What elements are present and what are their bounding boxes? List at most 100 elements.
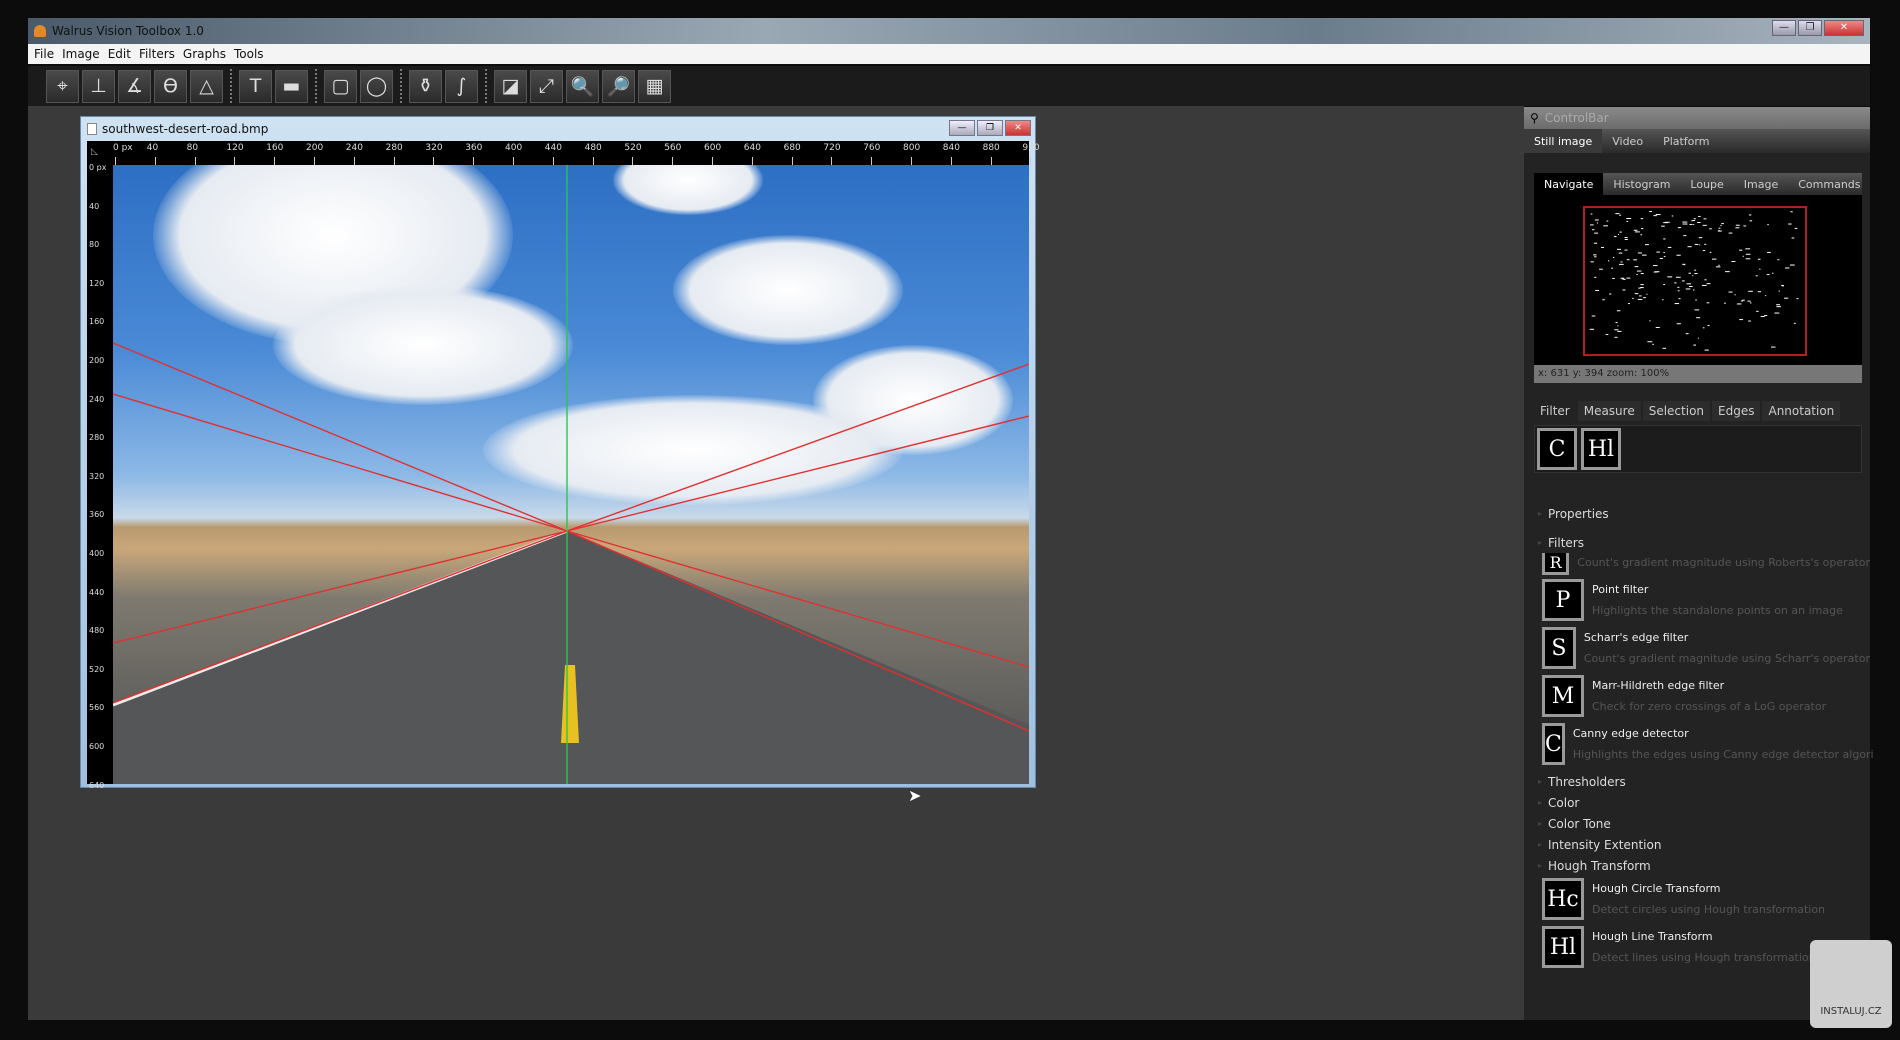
menu-graphs[interactable]: Graphs [183,47,226,61]
ruler-top-label: 0 px [113,143,133,153]
edge-pixel [1678,298,1681,300]
section-thresholders[interactable]: Thresholders [1524,771,1870,792]
filter-item[interactable]: Hc Hough Circle Transform Detect circles u… [1524,878,1870,926]
filter-item[interactable]: S Scharr's edge filter Count's gradient ma… [1524,627,1870,675]
favorite-filter-button[interactable]: Hl [1581,428,1621,470]
tab-measure[interactable]: Measure [1577,401,1641,421]
tool-resize-button[interactable]: ⤢ [530,69,563,103]
toolbar: ⌖ ⊥ ∡ ϴ △ T ▬ ▢ ◯ ⚱ ∫ ◪ ⤢ 🔍 🔎 ▦ [28,66,1870,106]
filter-desc: Highlights the edges using Canny edge de… [1572,748,1874,761]
tab-image[interactable]: Image [1734,173,1788,195]
ruler-tick [1030,157,1032,165]
tool-grid-button[interactable]: ▦ [638,69,671,103]
ruler-tick [473,157,475,165]
edge-pixel [1725,271,1730,273]
edge-pixel [1716,266,1721,268]
ruler-corner-icon[interactable]: ◺ [91,147,98,157]
edge-pixel [1709,251,1712,253]
edge-pixel [1626,259,1630,261]
section-hough-transform[interactable]: Hough Transform [1524,855,1870,876]
tool-zoom-in-button[interactable]: 🔍 [566,69,599,103]
text-icon: T [249,75,262,97]
edge-pixel [1697,337,1699,339]
maximize-button[interactable]: ❐ [1798,20,1822,36]
ruler-top-label: 240 [345,143,363,153]
menu-edit[interactable]: Edit [108,47,131,61]
menu-filters[interactable]: Filters [139,47,175,61]
tab-edges[interactable]: Edges [1712,401,1761,421]
tool-zoom-out-button[interactable]: 🔎 [602,69,635,103]
navigator-thumbnail[interactable] [1534,195,1862,365]
ruler-tick [353,157,355,165]
menu-tools[interactable]: Tools [234,47,264,61]
tool-ellipse-select-button[interactable]: ◯ [360,69,393,103]
edge-pixel [1703,218,1707,220]
tab-video[interactable]: Video [1602,129,1653,153]
tool-crosshair-button[interactable]: ⌖ [46,69,79,103]
ruler-left-label: 40 [89,201,100,211]
rect-select-icon: ▢ [331,75,350,97]
edge-pixel [1702,224,1707,226]
ruler-top-label: 480 [584,143,602,153]
edge-pixel [1789,264,1795,266]
tab-selection[interactable]: Selection [1642,401,1711,421]
menu-image[interactable]: Image [62,47,100,61]
edge-pixel [1590,261,1594,263]
ruler-top-label: 880 [982,143,1000,153]
edge-pixel [1702,250,1706,252]
edge-pixel [1749,302,1752,304]
image-maximize-button[interactable]: ❐ [977,120,1003,136]
ruler-top-label: 400 [505,143,523,153]
favorite-filter-button[interactable]: C [1537,428,1577,470]
edge-pixel [1656,251,1660,253]
tab-filter[interactable]: Filter [1534,401,1576,421]
edge-pixel [1616,310,1621,312]
filter-item-roberts[interactable]: R Count's gradient magnitude using Rober… [1524,553,1870,575]
section-properties[interactable]: Properties [1524,503,1870,524]
filter-item[interactable]: C Canny edge detector Highlights the edges… [1524,723,1874,771]
close-button[interactable]: ✕ [1824,20,1864,36]
section-color-tone[interactable]: Color Tone [1524,813,1870,834]
menu-file[interactable]: File [34,47,54,61]
ruler-left-label: 360 [89,510,105,520]
edge-pixel [1793,322,1796,324]
tab-histogram[interactable]: Histogram [1603,173,1680,195]
image-canvas[interactable] [113,165,1029,784]
minimize-button[interactable]: — [1772,20,1796,36]
tool-line-style-button[interactable]: ▬ [275,69,308,103]
tool-text-button[interactable]: T [239,69,272,103]
tool-brush-button[interactable]: ∫ [445,69,478,103]
image-close-button[interactable]: ✕ [1005,120,1031,136]
eraser-icon: ◪ [501,75,520,97]
tab-loupe[interactable]: Loupe [1680,173,1733,195]
image-minimize-button[interactable]: — [949,120,975,136]
tab-annotation[interactable]: Annotation [1762,401,1841,421]
edge-pixel [1640,234,1643,236]
edge-pixel [1784,297,1789,299]
filter-item[interactable]: M Marr-Hildreth edge filter Check for zero… [1524,675,1870,723]
edge-pixel [1675,276,1681,278]
tool-measure-distance-button[interactable]: ⊥ [82,69,115,103]
ruler-top-label: 360 [465,143,483,153]
tab-navigate[interactable]: Navigate [1534,173,1604,195]
tool-angle-button[interactable]: ∡ [118,69,151,103]
hough-line [113,342,568,532]
tab-platform[interactable]: Platform [1653,129,1719,153]
controlbar-title: ControlBar [1544,111,1609,125]
section-filters[interactable]: Filters [1524,532,1870,553]
edge-pixel [1633,229,1638,231]
section-color[interactable]: Color [1524,792,1870,813]
tool-eraser-button[interactable]: ◪ [494,69,527,103]
edge-pixel [1743,225,1747,227]
viewport-rect[interactable] [1583,206,1807,356]
section-intensity-extention[interactable]: Intensity Extention [1524,834,1870,855]
ruler-top-label: 200 [306,143,324,153]
tool-rect-select-button[interactable]: ▢ [324,69,357,103]
tool-fill-button[interactable]: ⚱ [409,69,442,103]
tab-commands[interactable]: Commands [1788,173,1870,195]
tool-circle-button[interactable]: ϴ [154,69,187,103]
ruler-top-label: 680 [783,143,801,153]
tab-still-image[interactable]: Still image [1524,129,1603,153]
tool-triangle-button[interactable]: △ [190,69,223,103]
filter-item[interactable]: P Point filter Highlights the standalone p… [1524,579,1870,627]
